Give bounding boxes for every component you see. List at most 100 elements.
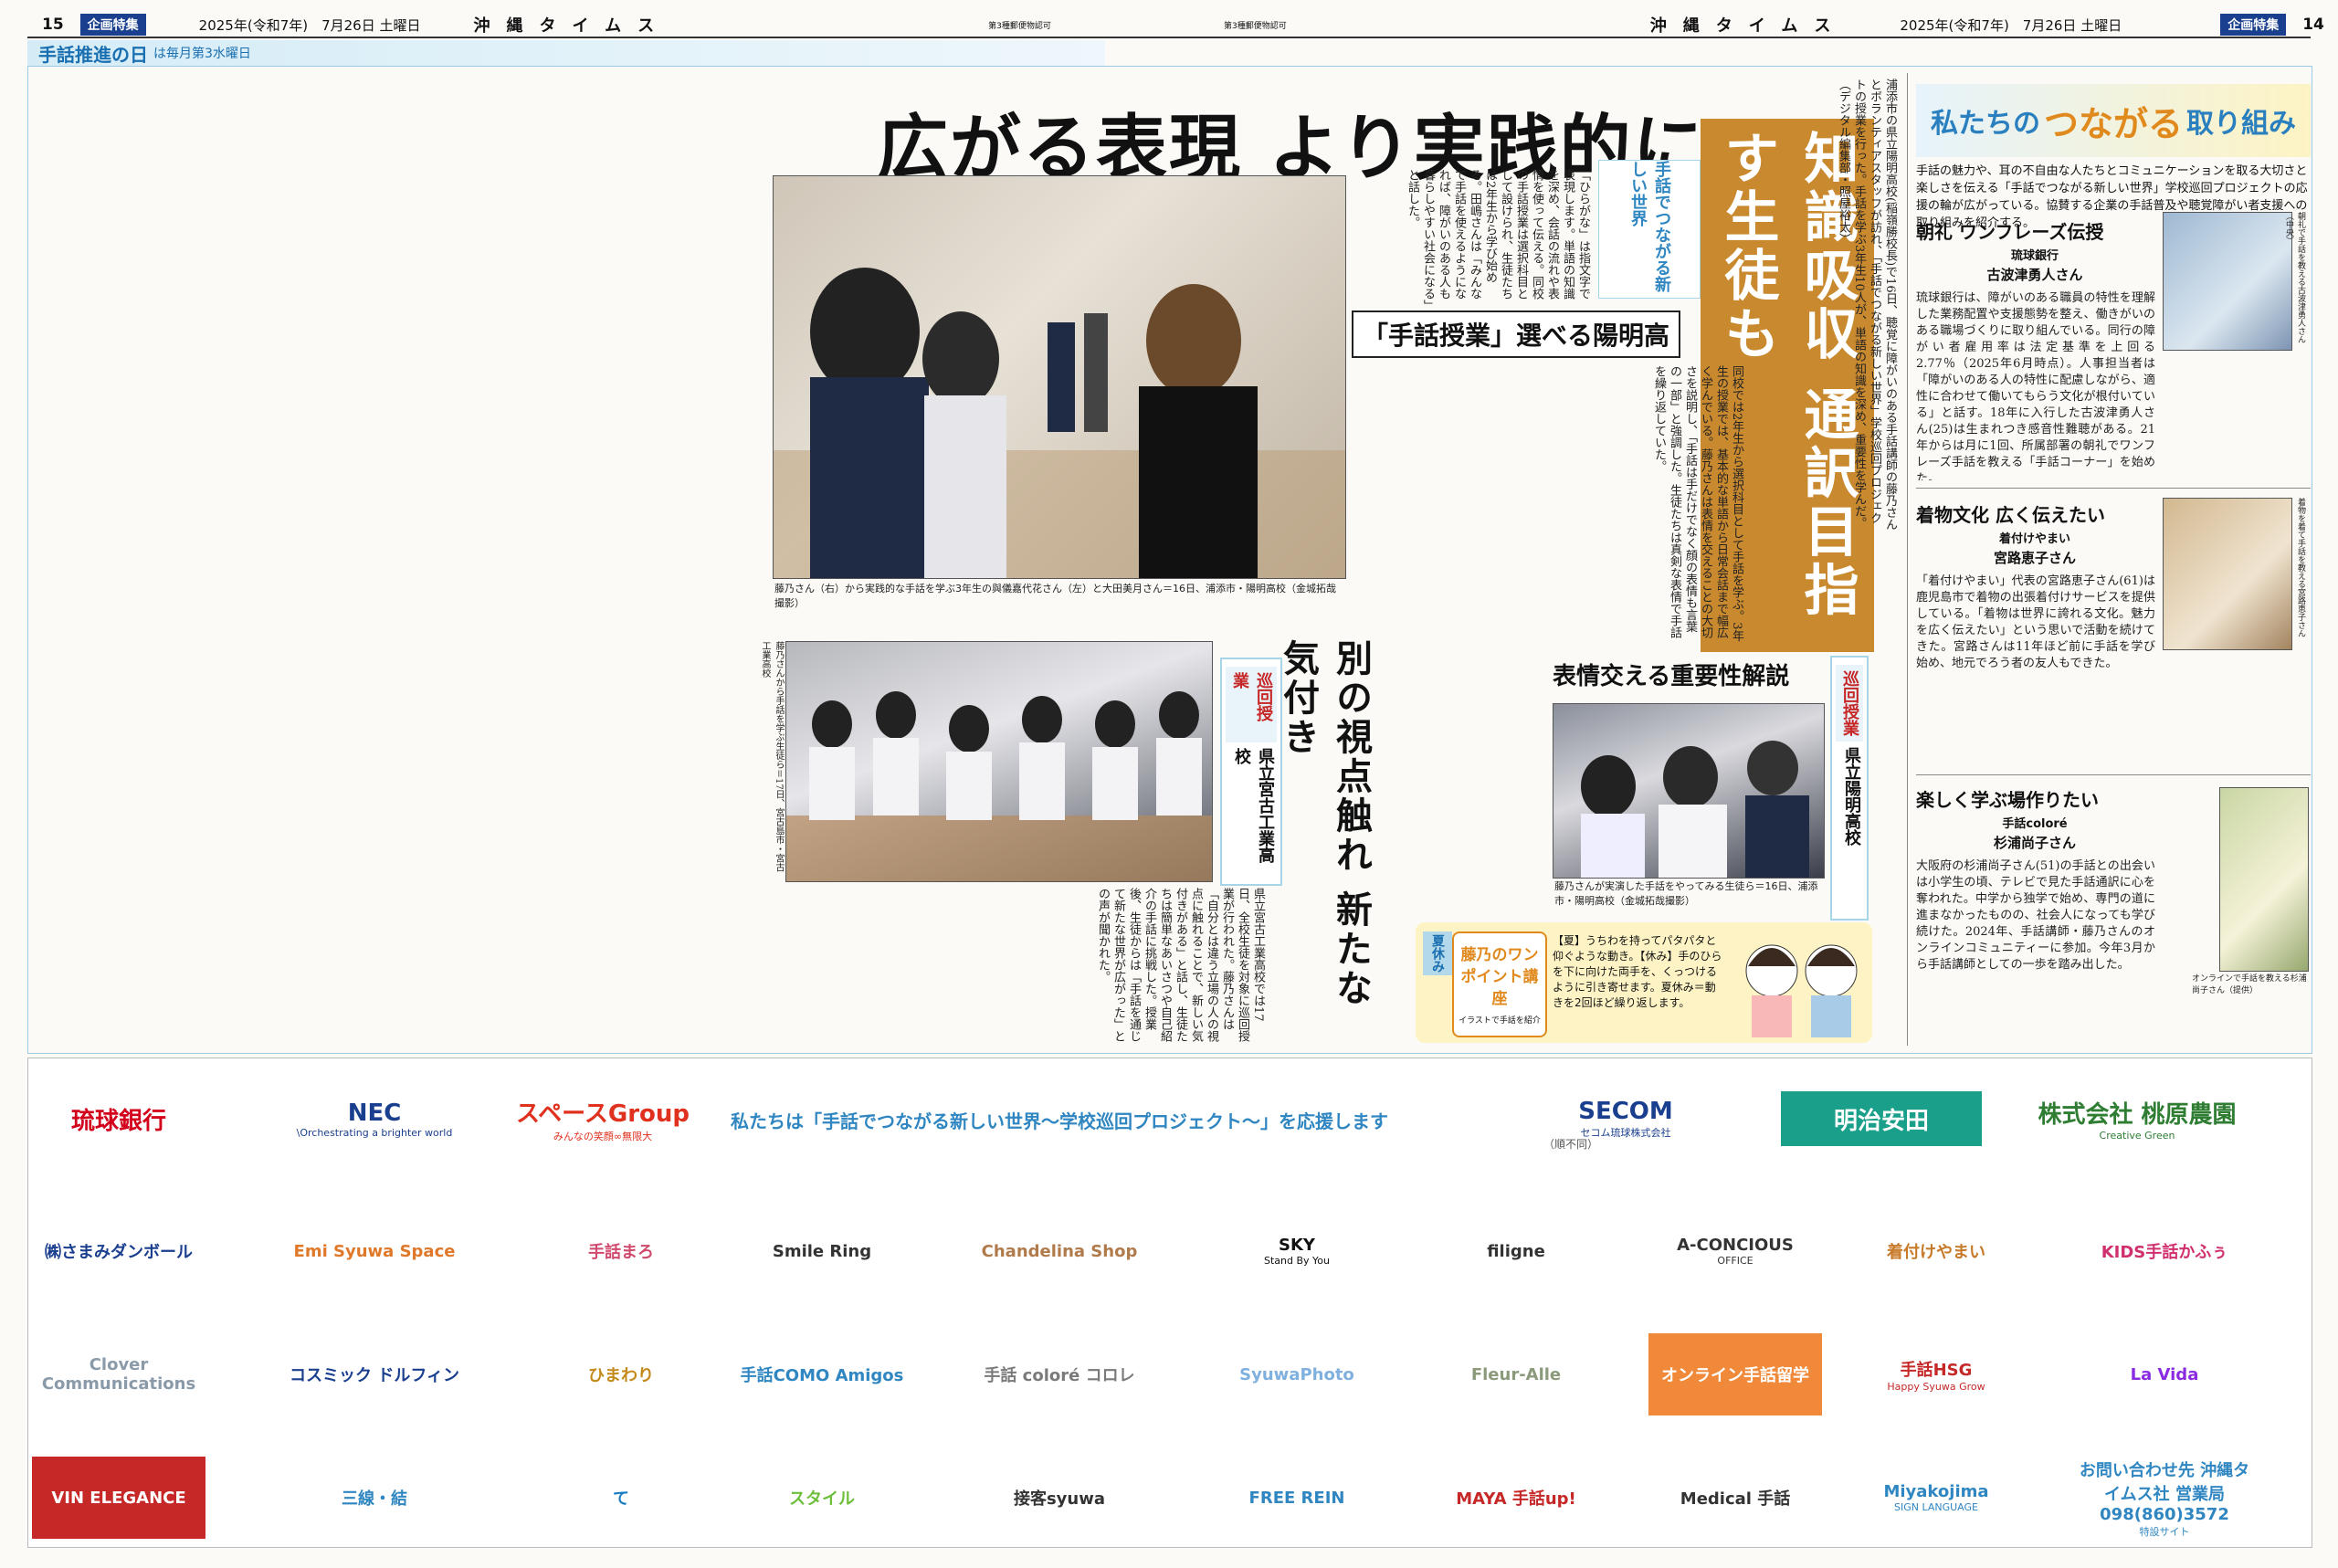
sponsor-logo-text: SyuwaPhoto	[1239, 1364, 1354, 1384]
date-right: 2025年(令和7年) 7月26日 土曜日	[1900, 16, 2122, 34]
sponsor-logo-text: A-CONCIOUS	[1677, 1236, 1794, 1255]
main-photo-caption: 藤乃さん（右）から実践的な手話を学ぶ3年生の與儀嘉代花さん（左）と大田美月さん＝…	[774, 581, 1341, 610]
sponsor-slogan: 私たちは「手話でつながる新しい世界～学校巡回プロジェクト～」を応援します	[731, 1110, 1388, 1132]
sponsor-logo-text: ひまわり	[588, 1366, 654, 1385]
sponsor-logo: お問い合わせ先 沖縄タイムス社 営業局 098(860)3572 特設サイト	[2078, 1457, 2251, 1539]
sponsor-logo-text: 手話COMO Amigos	[740, 1366, 904, 1385]
sponsor-logo-subtext: Stand By You	[1264, 1255, 1330, 1267]
sponsor-logo: コスミック ドルフィン	[288, 1333, 461, 1415]
sponsor-logo: 明治安田	[1781, 1091, 1982, 1146]
sponsor-logo-text: 三線・結	[342, 1489, 407, 1509]
sponsor-logo: FREE REIN	[1210, 1457, 1384, 1539]
section-1-name: 古波津勇人さん	[1986, 267, 2083, 283]
sponsor-logo-subtext: Creative Green	[2099, 1130, 2175, 1142]
sponsor-logo-text: 手話まろ	[588, 1243, 654, 1262]
sponsor-logo-text: スペースGroup	[515, 1100, 690, 1128]
sponsor-logo-text: La Vida	[2130, 1364, 2199, 1384]
sponsor-logo-subtext: \Orchestrating a brighter world	[296, 1126, 453, 1139]
school-tag-miyako-kind: 巡回授業	[1226, 667, 1277, 742]
section-3-name: 杉浦尚子さん	[1993, 835, 2076, 851]
sponsor-logo-text: filigne	[1487, 1241, 1545, 1261]
sponsor-logo-text: Chandelina Shop	[981, 1241, 1138, 1261]
right-divider-1	[1916, 488, 2311, 489]
subhead-yomei: 「手話授業」選べる陽明高	[1352, 310, 1681, 358]
sponsor-logo: MAYA 手話up!	[1429, 1457, 1603, 1539]
sign-illustration	[1745, 944, 1858, 1037]
right-title: 私たちの つながる 取り組み	[1916, 84, 2311, 157]
section-3-body: 大阪府の杉浦尚子さん(51)の手話との出会いは小学生の頃、テレビで見た手話通訳に…	[1916, 859, 2155, 972]
school-tag-yomei-name: 県立陽明高校	[1842, 747, 1861, 846]
section-1-photo-caption: 朝礼で手話を教える古波津勇人さん（中央）	[2284, 212, 2307, 349]
band-title: 手話推進の日	[38, 43, 148, 66]
section-2-name: 宮路恵子さん	[1993, 550, 2076, 566]
sponsor-logo-text: 手話HSG	[1900, 1360, 1973, 1380]
sponsor-logo: 手話まろ	[534, 1210, 708, 1292]
section-colore: 楽しく学ぶ場作りたい 手話coloré 杉浦尚子さん	[1916, 785, 2154, 852]
band-subtitle: は毎月第3水曜日	[153, 47, 251, 61]
section-1-photo	[2163, 212, 2292, 351]
header-left: 15 企画特集 2025年(令和7年) 7月26日 土曜日 沖縄タイムス 第3種…	[42, 13, 1051, 37]
section-ryukyu-bank: 朝礼 ワンフレーズ伝授 琉球銀行 古波津勇人さん	[1916, 217, 2154, 284]
newspaper-spread: 15 企画特集 2025年(令和7年) 7月26日 土曜日 沖縄タイムス 第3種…	[0, 0, 2338, 1568]
section-tag-right: 企画特集	[2220, 14, 2287, 36]
sponsor-logo: 手話HSG Happy Syuwa Grow	[1849, 1333, 2023, 1415]
class-photo-miyako-caption: 藤乃さんから手話を学ぶ生徒ら＝17日、宮古島市・宮古工業高校	[760, 641, 785, 880]
sponsor-logo-text: スタイル	[789, 1489, 855, 1509]
lesson-subtitle: イラストで手話を紹介	[1459, 1016, 1541, 1026]
date-left: 2025年(令和7年) 7月26日 土曜日	[198, 16, 421, 34]
sponsor-logo: filigne	[1429, 1210, 1603, 1292]
lesson-title-box: 藤乃のワンポイント講座 イラストで手話を紹介	[1452, 931, 1547, 1037]
section-3-photo-caption: オンラインで手話を教える杉浦尚子さん（提供）	[2192, 972, 2307, 995]
sponsor-logo: SKY Stand By You	[1210, 1210, 1384, 1292]
sponsor-logo: Miyakojima SIGN LANGUAGE	[1849, 1457, 2023, 1539]
sponsor-logo: A-CONCIOUS OFFICE	[1648, 1210, 1822, 1292]
sponsor-logo-text: FREE REIN	[1248, 1488, 1345, 1508]
sponsor-logo: SECOM セコム琉球株式会社	[1525, 1091, 1726, 1146]
postal-note-left: 第3種郵便物認可	[988, 21, 1051, 31]
sponsor-logo-text: 接客syuwa	[1013, 1489, 1106, 1509]
right-title-b: つながる	[2043, 102, 2183, 144]
sponsor-logo: 手話 coloré コロレ	[973, 1333, 1146, 1415]
lesson-title: 藤乃のワンポイント講座	[1460, 945, 1539, 1008]
sponsor-logo-text: て	[613, 1489, 629, 1509]
sponsor-logo-subtext: セコム琉球株式会社	[1580, 1127, 1671, 1139]
sponsor-logo-text: SECOM	[1578, 1098, 1673, 1125]
masthead-left: 沖縄タイムス	[473, 16, 671, 36]
sponsor-logo-text: SKY	[1279, 1236, 1315, 1255]
miyako-headline: 別の視点触れ 新たな気付き	[1277, 639, 1373, 1008]
sponsor-logo-text: NEC	[347, 1099, 402, 1127]
section-1-head: 朝礼 ワンフレーズ伝授	[1916, 221, 2104, 243]
sponsor-logo: 手話COMO Amigos	[735, 1333, 909, 1415]
sponsor-logo-text: MAYA 手話up!	[1456, 1489, 1576, 1509]
section-tag-left: 企画特集	[79, 14, 146, 36]
sponsor-logo-text: お問い合わせ先 沖縄タイムス社 営業局 098(860)3572	[2079, 1460, 2250, 1524]
sponsor-logo-text: Smile Ring	[772, 1241, 872, 1261]
sponsor-logo: て	[534, 1457, 708, 1539]
sponsor-logo: SyuwaPhoto	[1210, 1333, 1384, 1415]
sponsor-logo-text: 明治安田	[1833, 1107, 1929, 1135]
lesson-label: 夏休み	[1423, 931, 1452, 975]
school-tag-yomei: 巡回授業 県立陽明高校	[1830, 656, 1869, 921]
sponsor-logo-text: 手話 coloré コロレ	[984, 1366, 1135, 1385]
sponsor-logo: La Vida	[2078, 1333, 2251, 1415]
sponsor-logo-text: 琉球銀行	[70, 1107, 166, 1135]
class-photo-yomei	[1553, 703, 1825, 879]
section-3-company: 手話coloré	[2002, 817, 2068, 831]
sponsor-logo: 接客syuwa	[973, 1457, 1146, 1539]
sponsor-logo-text: Clover Communications	[41, 1355, 196, 1394]
main-photo	[773, 175, 1346, 579]
masthead-right: 沖縄タイムス	[1649, 16, 1848, 36]
sponsor-logo: ㈱さまみダンボール	[32, 1210, 205, 1292]
right-title-c: 取り組み	[2186, 108, 2296, 140]
project-logo: 手話でつながる新しい世界	[1598, 160, 1701, 299]
section-2-photo	[2163, 498, 2292, 650]
sponsor-logo-text: KIDS手話かふぅ	[2101, 1243, 2228, 1262]
section-3-photo	[2219, 787, 2309, 972]
school-tag-miyako-name: 県立宮古工業高校	[1232, 747, 1275, 863]
school-tag-yomei-kind: 巡回授業	[1836, 665, 1863, 742]
school-tag-miyako: 巡回授業 県立宮古工業高校	[1220, 658, 1282, 886]
sponsor-logo: Medical 手話	[1648, 1457, 1822, 1539]
sponsor-logo: VIN ELEGANCE	[32, 1457, 205, 1539]
sponsor-logo: 琉球銀行	[18, 1091, 219, 1146]
sponsor-logo-text: オンライン手話留学	[1661, 1366, 1809, 1385]
